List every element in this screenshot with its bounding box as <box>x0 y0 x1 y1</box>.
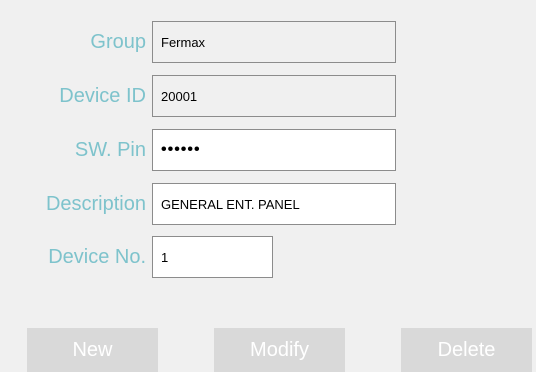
device-no-field[interactable] <box>152 236 273 278</box>
group-field[interactable] <box>152 21 396 63</box>
device-id-field[interactable] <box>152 75 396 117</box>
description-field[interactable] <box>152 183 396 225</box>
sw-pin-field[interactable] <box>152 129 396 171</box>
delete-button[interactable]: Delete <box>401 328 532 372</box>
sw-pin-label: SW. Pin <box>74 139 146 161</box>
device-id-label: Device ID <box>59 85 146 107</box>
device-no-label: Device No. <box>48 246 146 268</box>
description-label: Description <box>45 193 146 215</box>
new-button[interactable]: New <box>27 328 158 372</box>
modify-button[interactable]: Modify <box>214 328 345 372</box>
group-label: Group <box>90 31 146 53</box>
